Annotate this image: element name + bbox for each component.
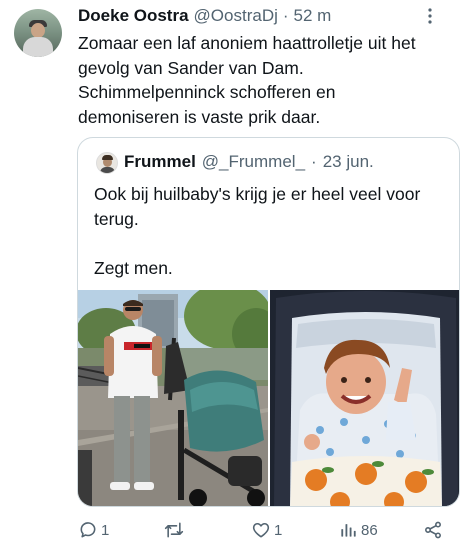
quote-text-line — [94, 231, 449, 256]
quote-text-line: Zegt men. — [94, 257, 173, 278]
reply-button[interactable]: 1 — [78, 519, 109, 541]
tweet-time[interactable]: 52 m — [294, 6, 332, 26]
quote-author-avatar[interactable] — [96, 152, 118, 174]
quote-author-name[interactable]: Frummel — [124, 152, 196, 172]
like-count: 1 — [274, 521, 283, 539]
quote-text: Ook bij huilbaby's krijg je er heel veel… — [94, 182, 449, 280]
tweet-text: Zomaar een laf anoniem haattrolletje uit… — [78, 31, 464, 129]
views-count: 86 — [361, 521, 378, 539]
quote-photo-pram[interactable] — [270, 290, 459, 506]
tweet-text-line: gevolg van Sander van Dam. — [78, 57, 304, 78]
quote-author-handle[interactable]: @_Frummel_ — [202, 152, 305, 172]
tweet-header: Doeke Oostra @OostraDj · 52 m — [78, 5, 331, 27]
author-name[interactable]: Doeke Oostra — [78, 6, 189, 26]
share-icon — [423, 520, 443, 540]
tweet-text-line: demoniseren is vaste prik daar. — [78, 106, 321, 127]
quote-text-line: Ook bij huilbaby's krijg je er heel veel… — [94, 184, 421, 204]
tweet-text-line: Schimmelpenninck schofferen en — [78, 82, 336, 102]
action-bar: 1 1 86 — [0, 513, 474, 547]
reply-count: 1 — [101, 521, 110, 539]
tweet-text-line: Zomaar een laf anoniem haattrolletje uit… — [78, 33, 416, 53]
quoted-tweet[interactable]: Frummel @_Frummel_ · 23 jun. Ook bij hui… — [77, 137, 460, 507]
views-button[interactable]: 86 — [338, 519, 378, 541]
retweet-icon — [163, 520, 185, 540]
quote-text-line: terug. — [94, 208, 139, 229]
retweet-button[interactable] — [163, 519, 188, 541]
views-icon — [338, 520, 358, 540]
like-button[interactable]: 1 — [251, 519, 282, 541]
more-icon[interactable] — [420, 6, 440, 26]
share-button[interactable] — [423, 519, 443, 541]
avatar-head — [31, 23, 45, 38]
author-avatar[interactable] — [14, 9, 62, 57]
quote-header: Frummel @_Frummel_ · 23 jun. — [124, 151, 374, 173]
quote-date[interactable]: 23 jun. — [323, 152, 374, 172]
quote-avatar-hair — [102, 155, 113, 160]
avatar-torso — [23, 37, 53, 57]
header-separator: · — [282, 6, 289, 25]
like-icon — [251, 520, 271, 540]
quote-photo-man-with-stroller[interactable] — [78, 290, 268, 506]
quote-separator: · — [311, 152, 317, 171]
quote-avatar-body — [100, 167, 115, 173]
author-handle[interactable]: @OostraDj — [194, 6, 278, 26]
reply-icon — [78, 520, 98, 540]
